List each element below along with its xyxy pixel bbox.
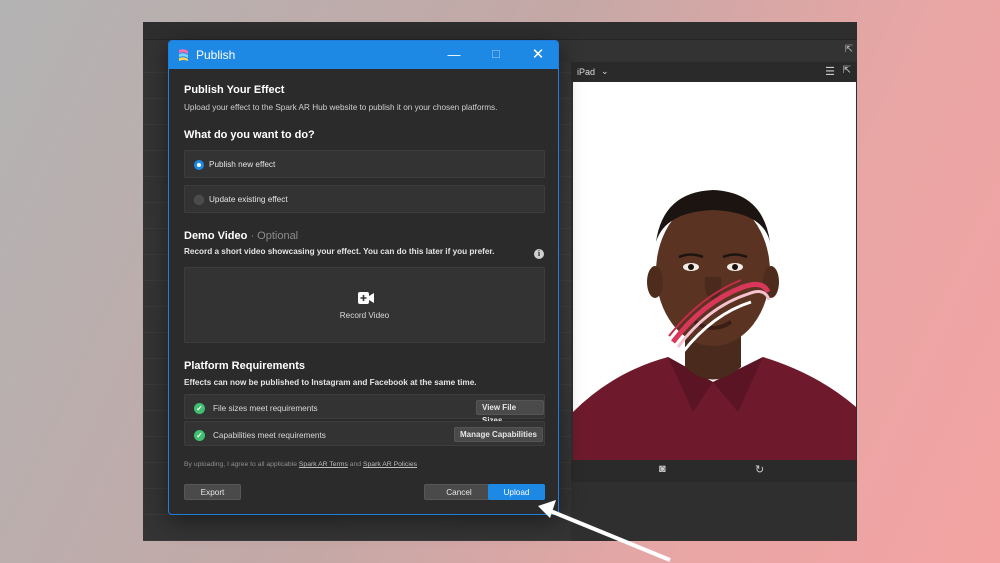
legal-and: and (349, 461, 362, 468)
demo-video-title: Demo Video (184, 230, 248, 242)
menu-icon[interactable]: ☰ (825, 65, 835, 78)
publish-dialog: Publish — ☐ ✕ Publish Your Effect Upload… (168, 40, 559, 515)
app-toolbar (143, 22, 857, 40)
requirement-row-capabilities: ✓ Capabilities meet requirements Manage … (184, 421, 545, 446)
rotate-icon[interactable]: ↻ (755, 463, 764, 476)
person-preview-image (573, 82, 856, 460)
legal-text: By uploading, I agree to all applicable … (184, 461, 417, 468)
check-circle-icon: ✓ (194, 403, 205, 414)
cancel-button[interactable]: Cancel (424, 484, 494, 500)
requirement-label: Capabilities meet requirements (213, 431, 326, 440)
simulator-header: iPad ⌄ ☰ ⇱ (571, 62, 857, 82)
minimize-button[interactable]: — (445, 46, 463, 64)
requirement-row-file-sizes: ✓ File sizes meet requirements View File… (184, 394, 545, 425)
device-selector[interactable]: iPad (577, 67, 595, 77)
simulator-panel: iPad ⌄ ☰ ⇱ ◙ ↻ (571, 62, 857, 541)
legal-prefix: By uploading, I agree to all applicable (184, 461, 297, 468)
publish-heading: Publish Your Effect (184, 84, 285, 96)
video-camera-icon (358, 292, 374, 304)
spark-ar-policies-link[interactable]: Spark AR Policies (363, 461, 417, 468)
optional-label: · Optional (250, 230, 299, 242)
manage-capabilities-button[interactable]: Manage Capabilities (454, 427, 543, 442)
popout-icon[interactable]: ⇱ (843, 65, 851, 76)
record-video-label: Record Video (339, 311, 390, 320)
view-file-sizes-button[interactable]: View File Sizes (476, 400, 544, 425)
info-icon[interactable]: i (534, 249, 544, 259)
requirement-label: File sizes meet requirements (213, 404, 318, 413)
publish-description: Upload your effect to the Spark AR Hub w… (184, 103, 498, 112)
export-button[interactable]: Export (184, 484, 241, 500)
simulator-footer: ◙ ↻ (571, 460, 857, 482)
option-label: Update existing effect (209, 195, 288, 204)
chevron-down-icon[interactable]: ⌄ (601, 66, 609, 77)
action-question: What do you want to do? (184, 129, 315, 141)
simulator-preview (573, 82, 856, 460)
dialog-titlebar[interactable]: Publish — ☐ ✕ (169, 41, 558, 69)
upload-button[interactable]: Upload (488, 484, 545, 500)
platform-description: Effects can now be published to Instagra… (184, 378, 477, 387)
dialog-title: Publish (196, 48, 236, 62)
spark-ar-terms-link[interactable]: Spark AR Terms (299, 461, 348, 468)
close-button[interactable]: ✕ (529, 46, 547, 64)
maximize-button[interactable]: ☐ (487, 46, 505, 64)
radio-unselected[interactable] (194, 195, 204, 205)
record-video-button[interactable]: Record Video (184, 267, 545, 343)
radio-selected[interactable] (194, 160, 204, 170)
platform-requirements-heading: Platform Requirements (184, 360, 306, 372)
popout-icon[interactable]: ⇱ (845, 44, 853, 55)
option-update-existing[interactable]: Update existing effect (184, 185, 545, 213)
option-label: Publish new effect (209, 160, 276, 169)
check-circle-icon: ✓ (194, 430, 205, 441)
option-publish-new[interactable]: Publish new effect (184, 150, 545, 178)
spark-ar-logo-icon (179, 49, 188, 61)
camera-icon[interactable]: ◙ (659, 463, 666, 475)
demo-video-description: Record a short video showcasing your eff… (184, 247, 495, 256)
demo-video-heading: Demo Video · Optional (184, 230, 298, 242)
